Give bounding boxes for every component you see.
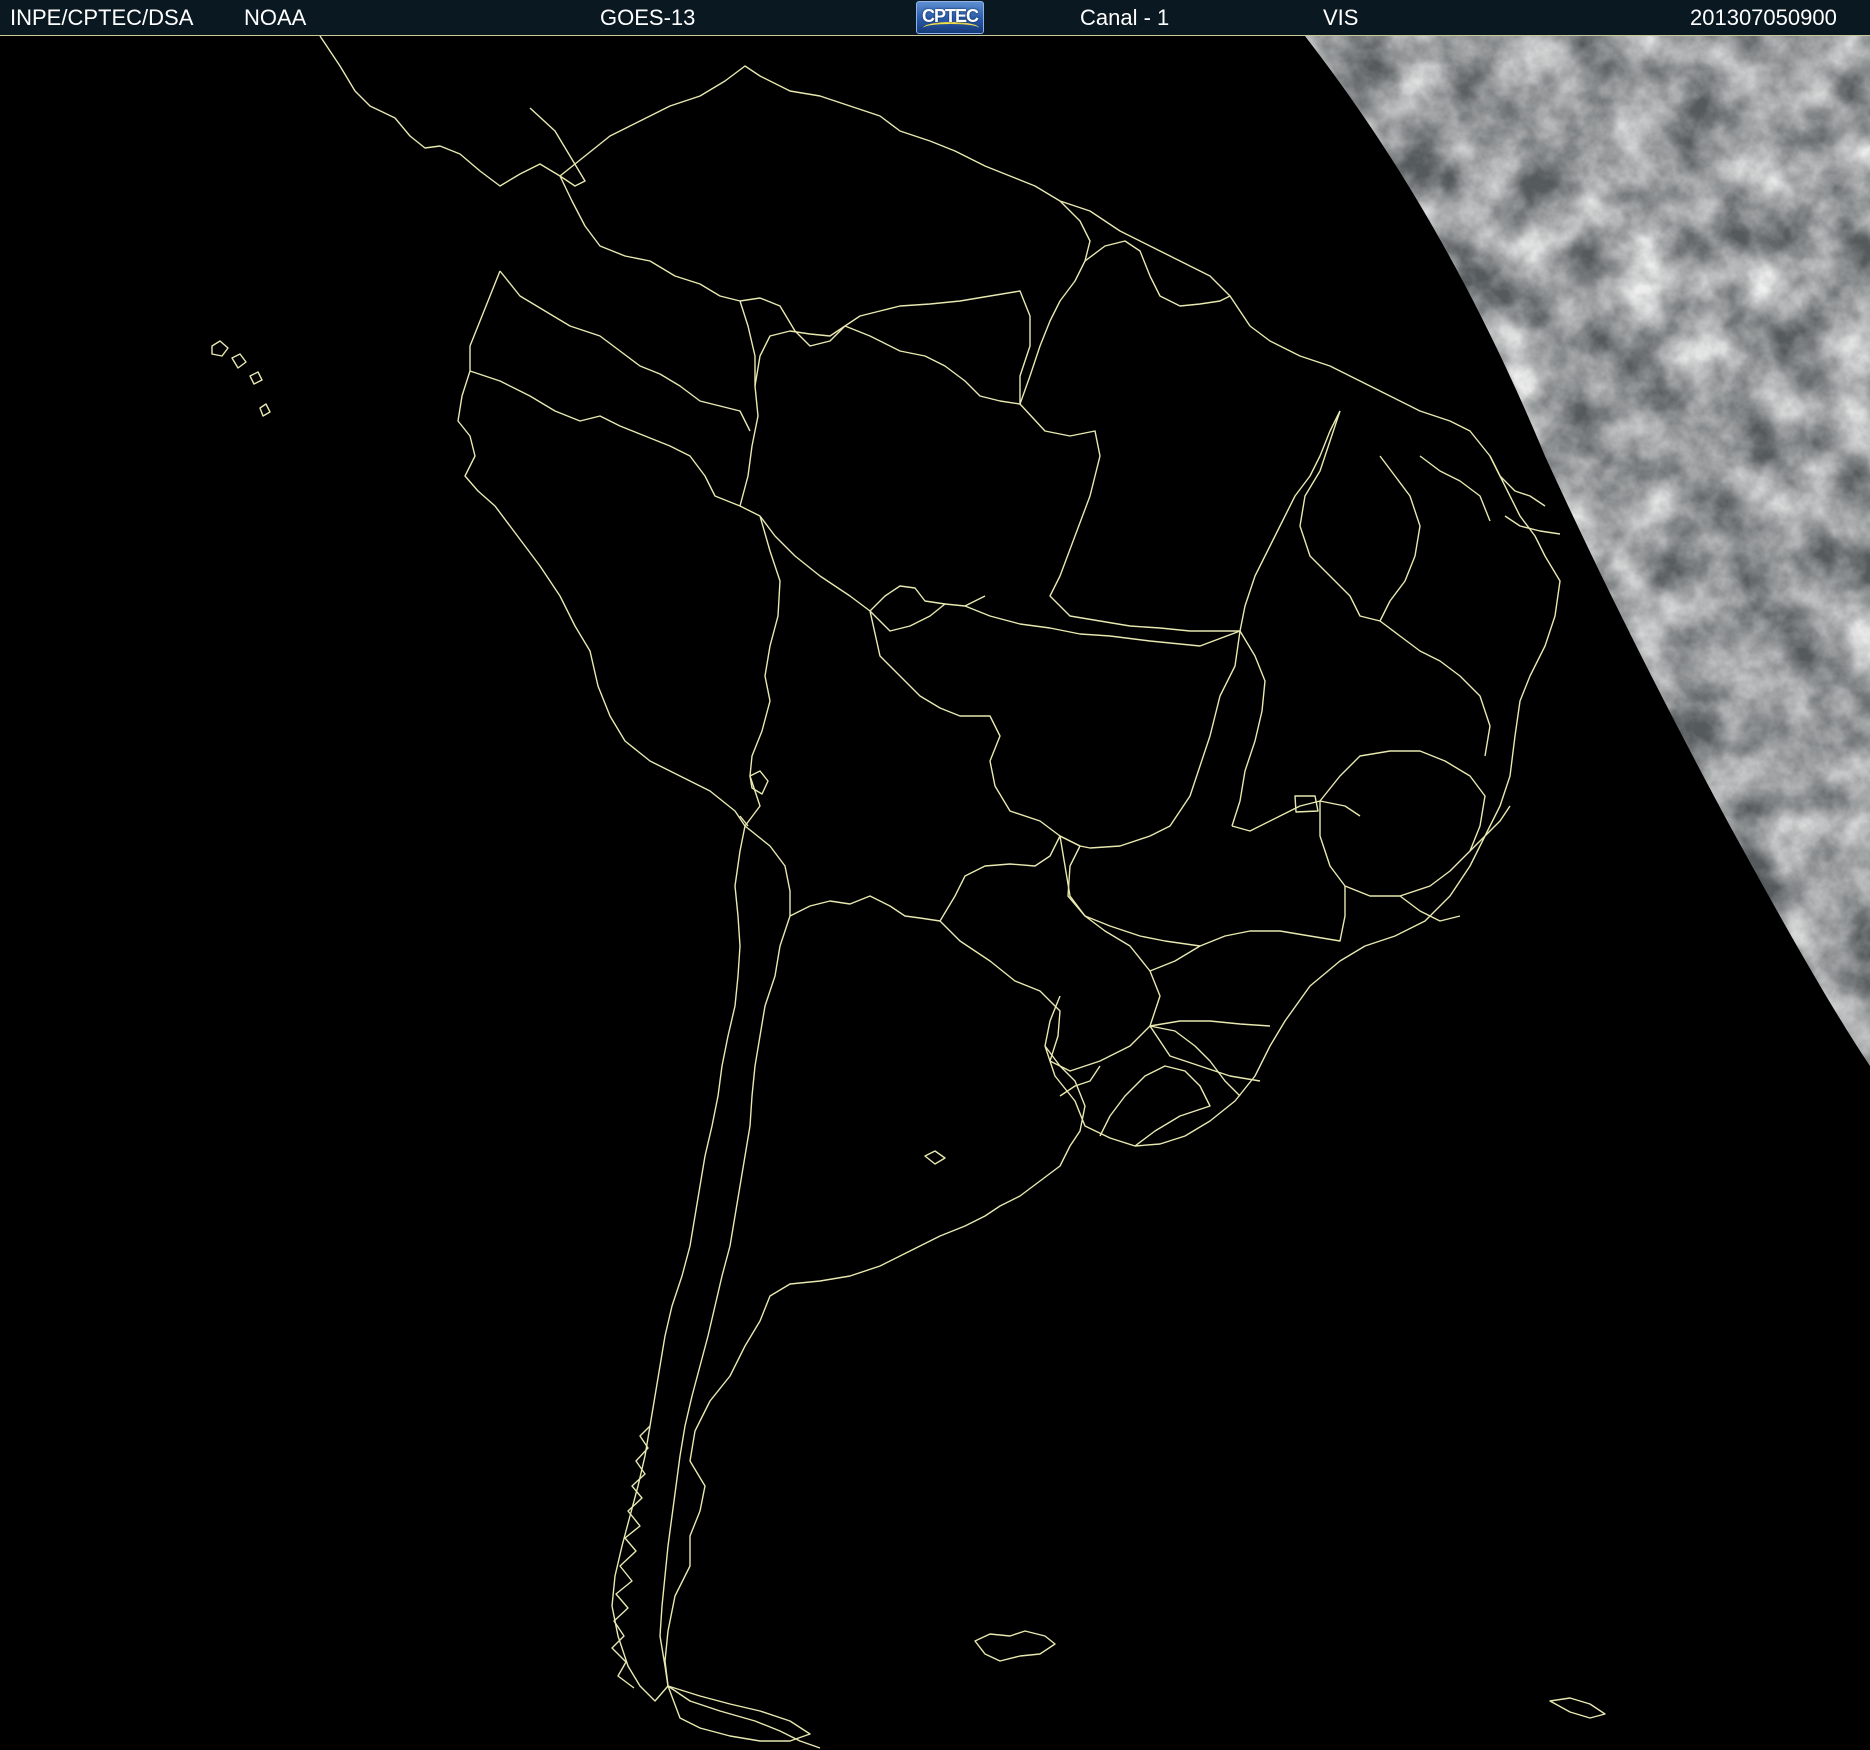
peru-brazil-border <box>759 515 986 632</box>
falkland-islands <box>974 1630 1056 1662</box>
colombia-caribbean-coast <box>559 65 1061 202</box>
map-svg <box>211 36 1870 1749</box>
brazil-mato-grosso-sul-border <box>1067 845 1201 947</box>
pacific-coastline <box>457 270 746 1702</box>
argentina-uruguay-border <box>1059 1065 1101 1097</box>
brazil-piaui-border <box>1379 455 1421 622</box>
band-label: VIS <box>1323 5 1359 30</box>
colombia-peru-border <box>469 370 761 517</box>
brazil-ceara-border <box>1419 455 1491 522</box>
brazil-parana-border <box>1149 1020 1271 1027</box>
chile-fjords <box>611 1425 651 1689</box>
bolivia-paraguay-border <box>939 835 1061 922</box>
colombia-brazil-border <box>739 300 759 507</box>
tierra-del-fuego <box>667 1685 811 1742</box>
timestamp-label: 201307050900 <box>1690 5 1837 30</box>
brazil-sao-paulo-border <box>1149 886 1346 972</box>
brazil-tocantins-border <box>1231 630 1266 827</box>
bolivia-argentina-border <box>789 895 941 922</box>
venezuela-brazil-border <box>844 325 1021 405</box>
brazil-rio-border <box>1399 895 1461 922</box>
inland-lake-argentina <box>924 1150 946 1165</box>
colombia-venezuela-border <box>559 175 846 347</box>
brazil-mato-grosso-border <box>964 605 1241 849</box>
brazil-minas-border <box>1319 750 1486 897</box>
bolivia-brazil-border <box>869 610 1081 847</box>
channel-label: Canal - 1 <box>1080 5 1170 30</box>
org-label: INPE/CPTEC/DSA <box>10 5 194 30</box>
brazil-bahia-border <box>1379 620 1491 757</box>
uruguay-brazil-border <box>1099 1065 1211 1147</box>
brazil-maranhao-border <box>1299 410 1381 622</box>
argentina-brazil-border <box>1149 1025 1241 1097</box>
satellite-map <box>0 36 1870 1750</box>
bolivia-chile-border <box>744 825 791 916</box>
colombia-ecuador-border <box>499 270 751 432</box>
daylit-cloud-region <box>1305 36 1870 1066</box>
agency-label: NOAA <box>244 5 307 30</box>
galapagos-islands <box>211 340 271 417</box>
central-america-coast <box>319 36 586 187</box>
satellite-label: GOES-13 <box>600 5 696 30</box>
cptec-logo: CPTEC <box>916 1 984 34</box>
south-georgia-island <box>1549 1697 1606 1719</box>
brazil-amazonas-border <box>754 290 1101 457</box>
brazil-santa-catarina-border <box>1149 1025 1261 1082</box>
suriname-border <box>1084 240 1231 307</box>
south-america-coastline <box>664 200 1561 1749</box>
chile-argentina-border <box>659 915 791 1687</box>
guyana-border <box>1019 200 1091 405</box>
brazil-para-border <box>1049 410 1341 632</box>
brazil-espirito-santo-border <box>1469 805 1511 852</box>
header-bar: INPE/CPTEC/DSA NOAA GOES-13 CPTEC Canal … <box>0 0 1870 36</box>
logo-text: CPTEC <box>921 6 979 26</box>
brazil-rondonia-border <box>869 585 946 612</box>
map-outlines <box>211 36 1606 1749</box>
